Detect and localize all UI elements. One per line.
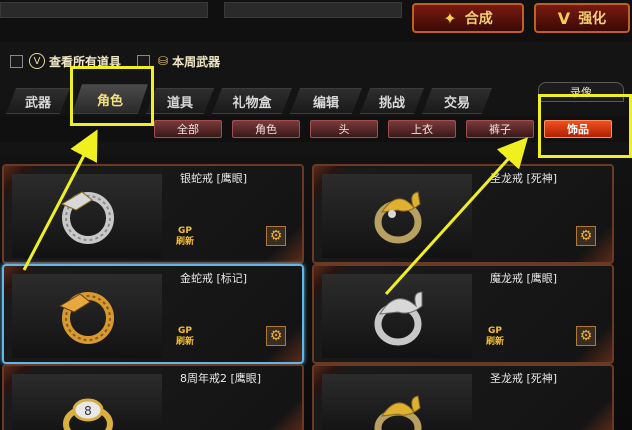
tab-character[interactable]: 角色 (72, 84, 148, 114)
silver-dragon-ring-icon (374, 291, 423, 346)
gear-icon[interactable]: ⚙ (266, 326, 286, 346)
gear-icon[interactable]: ⚙ (576, 326, 596, 346)
subfilter-accessory[interactable]: 饰品 (544, 120, 612, 138)
top-bar: ✦ 合成 V 强化 (0, 0, 632, 42)
gold-dragon-ring-icon (374, 191, 422, 244)
subfilter-head[interactable]: 头 (310, 120, 378, 138)
item-name: 魔龙戒 [鹰眼] (490, 272, 558, 285)
top-field-right (224, 2, 402, 18)
tab-challenge[interactable]: 挑战 (360, 88, 424, 114)
svg-text:8: 8 (84, 404, 92, 418)
item-thumbnail (322, 174, 472, 258)
tab-edit[interactable]: 编辑 (290, 88, 362, 114)
gp-refresh-badge: GP 刷新 (175, 226, 194, 247)
inventory-window: ✦ 合成 V 强化 V 查看所有道具 ⛁ 本周武器 武器 角色 道具 礼物盒 编… (0, 0, 632, 430)
tab-items[interactable]: 道具 (146, 88, 214, 114)
item-name: 圣龙戒 [死神] (490, 372, 558, 385)
gear-icon[interactable]: ⚙ (266, 226, 286, 246)
enhance-label: 强化 (578, 11, 607, 27)
item-name: 8周年戒2 [鹰眼] (180, 372, 262, 385)
subfilter-all[interactable]: 全部 (154, 120, 222, 138)
divider (0, 142, 632, 156)
item-thumbnail (322, 274, 472, 358)
item-name: 金蛇戒 [标记] (180, 272, 248, 285)
v-emblem-icon: V (557, 8, 571, 28)
item-card[interactable]: 圣龙戒 [死神] (312, 364, 614, 430)
gold-snake-ring-icon (58, 292, 114, 344)
tab-trade[interactable]: 交易 (422, 88, 492, 114)
item-card[interactable]: 8 8周年戒2 [鹰眼] (2, 364, 304, 430)
item-card[interactable]: 银蛇戒 [鹰眼] GP 刷新 ⚙ (2, 164, 304, 264)
item-thumbnail: 8 (12, 374, 162, 430)
tab-record[interactable]: 录像 (538, 82, 624, 102)
item-name: 圣龙戒 [死神] (490, 172, 558, 185)
gp-refresh-badge: GP 刷新 (175, 326, 194, 347)
item-thumbnail (12, 174, 162, 258)
weekly-weapons-checkbox[interactable] (137, 54, 151, 68)
all-items-label: 查看所有道具 (49, 54, 122, 69)
tab-giftbox[interactable]: 礼物盒 (212, 88, 292, 114)
top-field-left (0, 2, 208, 18)
item-thumbnail (322, 374, 472, 430)
synthesize-button[interactable]: ✦ 合成 (412, 3, 524, 33)
item-thumbnail (12, 274, 162, 358)
subfilter-top[interactable]: 上衣 (388, 120, 456, 138)
gold-8-ring-icon: 8 (63, 398, 113, 430)
filter-row: V 查看所有道具 ⛁ 本周武器 (0, 48, 632, 74)
gear-icon[interactable]: ⚙ (576, 226, 596, 246)
synthesize-label: 合成 (464, 11, 493, 27)
bag-icon: ⛁ (158, 54, 169, 68)
item-card[interactable]: 金蛇戒 [标记] GP 刷新 ⚙ (2, 264, 304, 364)
tab-weapons[interactable]: 武器 (6, 88, 70, 114)
sparkle-wand-icon: ✦ (443, 8, 457, 28)
silver-snake-ring-icon (60, 191, 114, 244)
enhance-button[interactable]: V 强化 (534, 3, 630, 33)
subfilter-pants[interactable]: 裤子 (466, 120, 534, 138)
item-name: 银蛇戒 [鹰眼] (180, 172, 248, 185)
weekly-weapons-label: 本周武器 (172, 54, 221, 69)
item-card[interactable]: 魔龙戒 [鹰眼] GP 刷新 ⚙ (312, 264, 614, 364)
v-circle-icon: V (29, 53, 45, 69)
subfilter-row: 全部 角色 头 上衣 裤子 饰品 (0, 116, 632, 142)
item-grid: 银蛇戒 [鹰眼] GP 刷新 ⚙ 圣龙戒 [死神] ⚙ 金蛇戒 [标记] GP … (0, 156, 632, 430)
subfilter-character[interactable]: 角色 (232, 120, 300, 138)
gold-dragon-ring-icon (374, 395, 422, 430)
item-card[interactable]: 圣龙戒 [死神] ⚙ (312, 164, 614, 264)
gp-refresh-badge: GP 刷新 (485, 326, 504, 347)
all-items-checkbox[interactable] (10, 54, 23, 68)
